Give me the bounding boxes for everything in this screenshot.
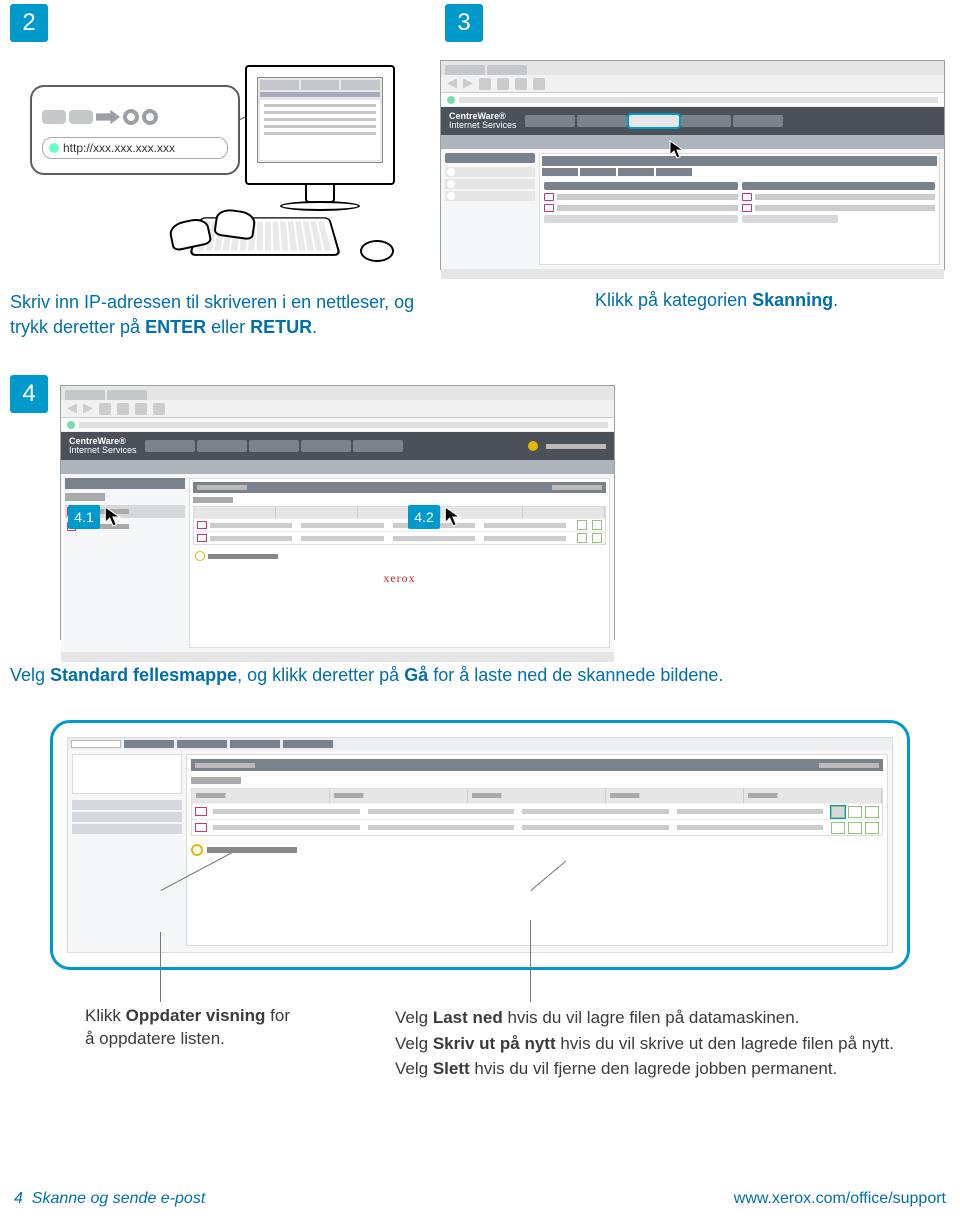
page-title: Skanne og sende e-post — [32, 1190, 205, 1207]
lock-icon — [528, 441, 538, 451]
step-4-badge: 4 — [10, 375, 48, 413]
support-url: www.xerox.com/office/support — [734, 1190, 946, 1208]
home-button[interactable] — [515, 78, 527, 90]
substep-4-2: 4.2 — [408, 505, 462, 529]
callout-line-refresh — [160, 932, 161, 1002]
step-2-badge: 2 — [10, 4, 48, 42]
mouse-icon — [360, 240, 394, 262]
scan-tab[interactable] — [629, 115, 679, 127]
globe-icon — [447, 96, 455, 104]
actions-instructions: Velg Last ned hvis du vil lagre filen på… — [395, 1005, 895, 1082]
go-button[interactable] — [577, 520, 587, 530]
page-number: 4 — [14, 1190, 23, 1207]
step-2-illustration: http://xxx.xxx.xxx.xxx — [30, 55, 425, 275]
cursor-icon — [104, 506, 122, 528]
sidebar — [65, 478, 185, 648]
table-row[interactable] — [194, 531, 605, 544]
url-text: http://xxx.xxx.xxx.xxx — [63, 141, 175, 155]
step-row-top: 2 3 — [10, 4, 950, 42]
stop-icon — [123, 109, 139, 125]
folder-icon — [544, 193, 554, 201]
forward-icon[interactable] — [463, 79, 473, 89]
detail-panel — [50, 720, 910, 970]
table-row[interactable] — [192, 803, 882, 819]
refresh-icon — [191, 844, 203, 856]
back-icon[interactable] — [447, 79, 457, 89]
reprint-action[interactable] — [848, 806, 862, 818]
refresh-view[interactable] — [195, 551, 606, 561]
download-action[interactable] — [831, 806, 845, 818]
reload-icon — [142, 109, 158, 125]
page-footer: 4 Skanne og sende e-post www.xerox.com/o… — [14, 1190, 946, 1208]
forward-arrow-icon — [96, 108, 120, 126]
step-3-browser: CentreWare® Internet Services — [440, 60, 945, 270]
file-table-detail — [191, 788, 883, 836]
table-row[interactable] — [192, 819, 882, 835]
reload-button[interactable] — [479, 78, 491, 90]
centreware-header: CentreWare® Internet Services — [441, 107, 944, 135]
browser-url-callout: http://xxx.xxx.xxx.xxx — [30, 85, 240, 175]
step-4-text: Velg Standard fellesmappe, og klikk dere… — [10, 665, 723, 686]
step-3-badge: 3 — [445, 4, 483, 42]
substep-4-1: 4.1 — [68, 505, 122, 529]
step-2-text: Skriv inn IP-adressen til skriveren i en… — [10, 290, 420, 340]
step-4-browser: CentreWare® Internet Services — [60, 385, 615, 640]
step-3-text: Klikk på kategorien Skanning. — [595, 290, 838, 311]
refresh-view-detail[interactable] — [191, 844, 883, 856]
cursor-icon — [444, 506, 462, 528]
stop-button[interactable] — [497, 78, 509, 90]
cursor-icon — [669, 140, 685, 160]
file-table — [193, 506, 606, 545]
table-row[interactable] — [194, 518, 605, 531]
xerox-logo: xerox — [370, 571, 430, 586]
address-bar[interactable]: http://xxx.xxx.xxx.xxx — [42, 137, 228, 159]
globe-icon — [49, 143, 59, 153]
delete-action[interactable] — [865, 806, 879, 818]
folder-icon — [195, 807, 207, 816]
callout-line-actions — [530, 920, 531, 1002]
refresh-instruction: Klikk Oppdater visning for å oppdatere l… — [85, 1005, 295, 1051]
refresh-icon — [195, 551, 205, 561]
